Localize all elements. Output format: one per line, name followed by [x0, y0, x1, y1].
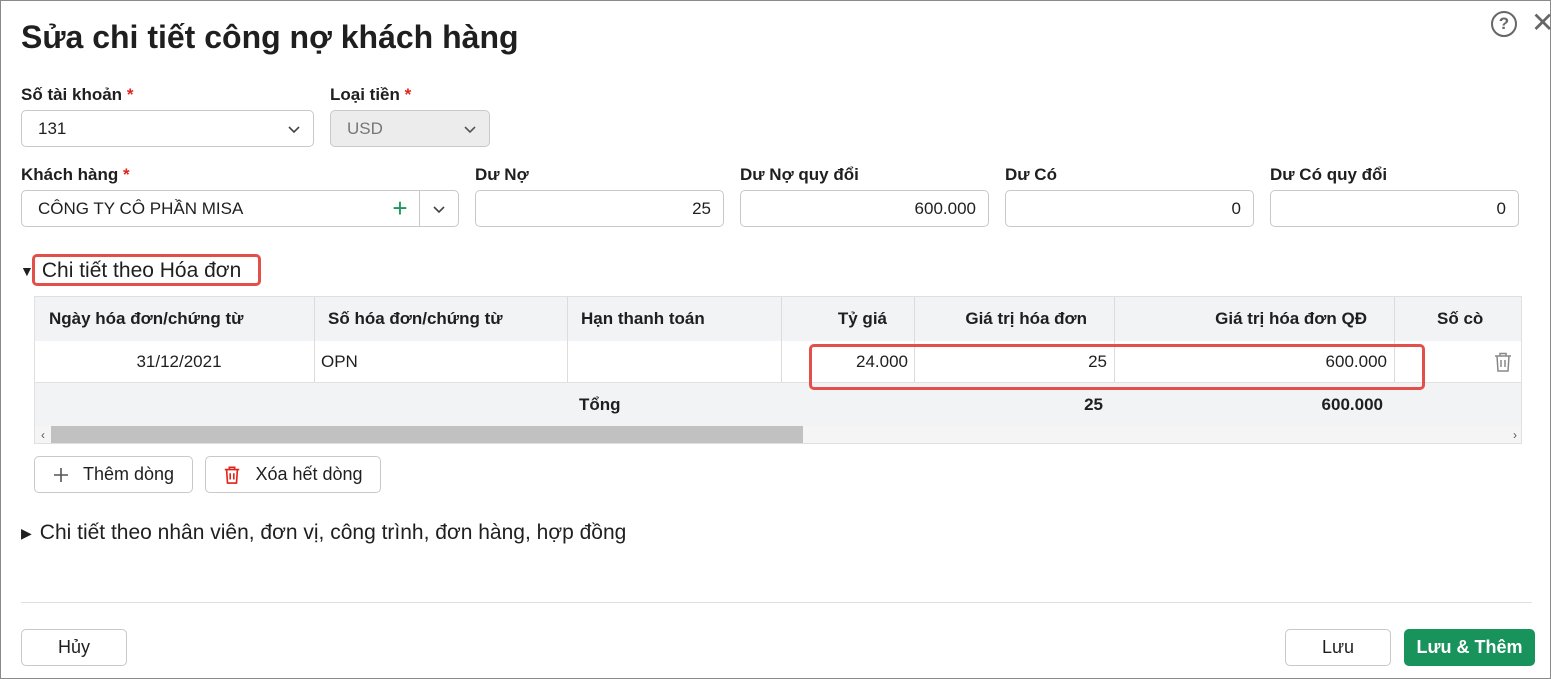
divider — [1394, 297, 1395, 341]
column-header[interactable]: Ngày hóa đơn/chứng từ — [49, 297, 309, 341]
total-label: Tổng — [579, 395, 621, 414]
currency-select: USD — [330, 110, 490, 147]
column-header[interactable]: Tỷ giá — [782, 297, 887, 341]
customer-value: CÔNG TY CÔ PHẦN MISA — [38, 198, 244, 218]
footer-divider — [21, 602, 1532, 603]
save-label: Lưu — [1321, 637, 1355, 657]
debit-converted-value: 600.000 — [914, 198, 976, 218]
customer-select[interactable]: CÔNG TY CÔ PHẦN MISA + — [21, 190, 459, 227]
customer-label-text: Khách hàng — [21, 165, 119, 184]
close-icon[interactable]: ✕ — [1531, 9, 1551, 37]
account-label: Số tài khoản * — [21, 85, 133, 105]
cancel-label: Hủy — [57, 637, 90, 657]
customer-label: Khách hàng * — [21, 165, 130, 185]
required-mark: * — [126, 85, 134, 104]
delete-row-icon[interactable] — [1493, 351, 1513, 373]
column-header[interactable]: Số hóa đơn/chứng từ — [328, 297, 568, 341]
add-customer-icon[interactable]: + — [381, 190, 419, 227]
account-select[interactable]: 131 — [21, 110, 314, 147]
chevron-down-icon[interactable] — [420, 191, 458, 226]
divider — [567, 341, 568, 382]
chevron-down-icon[interactable] — [275, 111, 313, 146]
cancel-button[interactable]: Hủy — [21, 629, 127, 666]
scroll-thumb[interactable] — [51, 426, 803, 443]
scroll-left-icon[interactable]: ‹ — [35, 426, 51, 443]
column-header[interactable]: Số cò — [1437, 297, 1521, 341]
invoice-number-cell[interactable]: OPN — [321, 341, 561, 382]
credit-input[interactable]: 0 — [1005, 190, 1254, 227]
required-mark: * — [123, 165, 130, 184]
column-header[interactable]: Hạn thanh toán — [581, 297, 781, 341]
debit-converted-label: Dư Nợ quy đổi — [740, 165, 859, 184]
debit-label: Dư Nợ — [475, 165, 529, 184]
divider — [567, 297, 568, 341]
currency-value: USD — [347, 118, 383, 138]
highlight-box — [809, 344, 1425, 390]
grid-header: Ngày hóa đơn/chứng từ Số hóa đơn/chứng t… — [35, 297, 1521, 341]
credit-converted-value: 0 — [1496, 198, 1506, 218]
account-label-text: Số tài khoản — [21, 85, 123, 104]
credit-value: 0 — [1231, 198, 1241, 218]
column-header[interactable]: Giá trị hóa đơn QĐ — [1115, 297, 1367, 341]
add-row-button[interactable]: Thêm dòng — [34, 456, 193, 493]
trash-icon — [223, 465, 241, 485]
debit-input[interactable]: 25 — [475, 190, 724, 227]
delete-all-rows-button[interactable]: Xóa hết dòng — [205, 456, 381, 493]
credit-converted-input[interactable]: 0 — [1270, 190, 1519, 227]
currency-label-text: Loại tiền — [330, 85, 400, 104]
chevron-down-icon — [451, 111, 489, 146]
divider — [314, 297, 315, 341]
save-button[interactable]: Lưu — [1285, 629, 1391, 666]
debit-converted-input[interactable]: 600.000 — [740, 190, 989, 227]
scroll-right-icon[interactable]: › — [1507, 426, 1521, 443]
add-row-label: Thêm dòng — [82, 464, 175, 484]
highlight-box — [32, 254, 261, 286]
triangle-right-icon: ▶ — [21, 524, 32, 541]
save-and-add-label: Lưu & Thêm — [1416, 637, 1523, 657]
horizontal-scrollbar[interactable]: ‹ › — [35, 426, 1521, 443]
invoice-date-cell[interactable]: 31/12/2021 — [49, 341, 309, 382]
account-value: 131 — [38, 118, 67, 138]
debit-value: 25 — [692, 198, 711, 218]
due-date-cell[interactable] — [575, 341, 775, 382]
required-mark: * — [404, 85, 412, 104]
currency-label: Loại tiền * — [330, 85, 411, 105]
other-section-toggle[interactable]: ▶ Chi tiết theo nhân viên, đơn vị, công … — [21, 521, 626, 545]
edit-customer-debt-dialog: Sửa chi tiết công nợ khách hàng ? ✕ Số t… — [0, 0, 1551, 679]
other-section-title: Chi tiết theo nhân viên, đơn vị, công tr… — [39, 521, 627, 544]
credit-label: Dư Có — [1005, 165, 1057, 184]
dialog-title: Sửa chi tiết công nợ khách hàng — [21, 19, 519, 55]
help-icon[interactable]: ? — [1491, 11, 1517, 37]
delete-all-rows-label: Xóa hết dòng — [255, 464, 363, 484]
column-header[interactable]: Giá trị hóa đơn — [915, 297, 1087, 341]
plus-icon — [53, 467, 69, 483]
credit-converted-label: Dư Có quy đổi — [1270, 165, 1388, 184]
save-and-add-button[interactable]: Lưu & Thêm — [1404, 629, 1535, 666]
divider — [314, 341, 315, 382]
